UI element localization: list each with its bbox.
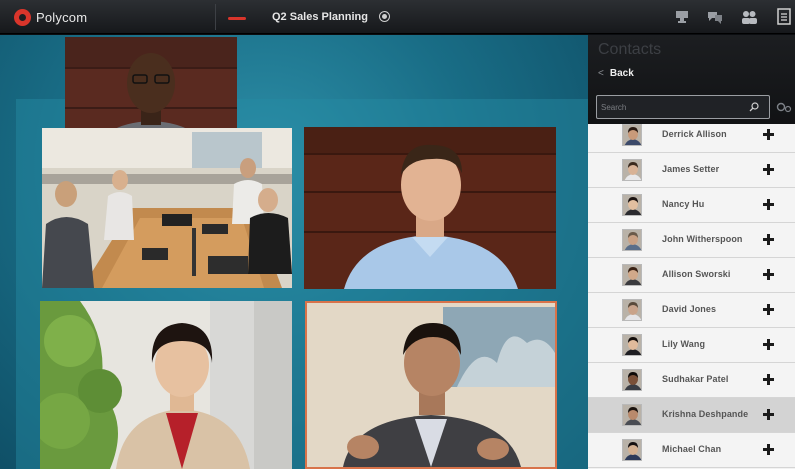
- chevron-left-icon: <: [598, 68, 604, 79]
- contact-row[interactable]: Derrick Allison: [588, 124, 795, 153]
- contacts-list: Derrick Allison James Setter Nancy Hu John …: [588, 124, 795, 469]
- add-contact-icon[interactable]: [763, 409, 774, 420]
- participant-video: [304, 127, 556, 289]
- contact-name: John Witherspoon: [662, 234, 743, 244]
- divider: [215, 4, 216, 30]
- contact-name: James Setter: [662, 164, 720, 174]
- video-tile-active-speaker[interactable]: [305, 301, 557, 469]
- contact-row[interactable]: Sudhakar Patel: [588, 363, 795, 398]
- add-contact-icon[interactable]: [763, 304, 774, 315]
- back-label: Back: [609, 68, 634, 79]
- top-bar: Polycom Q2 Sales Planning: [0, 0, 795, 34]
- back-button[interactable]: < Back: [598, 68, 634, 79]
- contact-name: Krishna Deshpande: [662, 409, 749, 419]
- contact-name: Nancy Hu: [662, 199, 705, 209]
- participant-video: [40, 301, 292, 469]
- add-contact-icon[interactable]: [763, 129, 774, 140]
- contacts-title: Contacts: [598, 41, 662, 58]
- contact-name: Lily Wang: [662, 339, 706, 349]
- contact-row[interactable]: Lily Wang: [588, 328, 795, 363]
- contacts-header: Contacts < Back: [588, 35, 795, 124]
- polycom-logo-icon: [14, 9, 31, 26]
- contact-name: David Jones: [662, 304, 717, 314]
- share-content-icon[interactable]: [673, 8, 691, 26]
- video-tile-participant-2[interactable]: [304, 127, 556, 289]
- contact-avatar: [622, 124, 642, 146]
- add-contact-icon[interactable]: [763, 339, 774, 350]
- contacts-icon[interactable]: [740, 8, 758, 26]
- brand-name: Polycom: [36, 10, 88, 25]
- end-call-icon[interactable]: [228, 17, 246, 20]
- search-options-icon[interactable]: [776, 101, 792, 113]
- search-icon[interactable]: [749, 102, 759, 112]
- contact-avatar: [622, 334, 642, 356]
- video-stage: [0, 35, 588, 469]
- conference-room-video: [42, 128, 292, 288]
- add-contact-icon[interactable]: [763, 164, 774, 175]
- contact-name: Allison Sworski: [662, 269, 731, 279]
- contact-name: Michael Chan: [662, 444, 722, 454]
- add-contact-icon[interactable]: [763, 444, 774, 455]
- contact-avatar: [622, 264, 642, 286]
- contact-row[interactable]: James Setter: [588, 153, 795, 188]
- polycom-logo: Polycom: [14, 9, 87, 26]
- contact-avatar: [622, 229, 642, 251]
- add-contact-icon[interactable]: [763, 234, 774, 245]
- search-input[interactable]: [601, 99, 741, 115]
- add-contact-icon[interactable]: [763, 374, 774, 385]
- search-box[interactable]: [596, 95, 770, 119]
- contact-row[interactable]: Michael Chan: [588, 433, 795, 468]
- call-title: Q2 Sales Planning: [272, 11, 368, 23]
- contact-avatar: [622, 404, 642, 426]
- contact-avatar: [622, 159, 642, 181]
- contact-avatar: [622, 439, 642, 461]
- contact-row[interactable]: Nancy Hu: [588, 188, 795, 223]
- contact-row[interactable]: Krishna Deshpande: [588, 398, 795, 433]
- contacts-panel: Contacts < Back Derrick Allison James Sett…: [588, 35, 795, 469]
- contact-avatar: [622, 194, 642, 216]
- video-tile-conference-room[interactable]: [42, 128, 292, 288]
- contact-row[interactable]: Allison Sworski: [588, 258, 795, 293]
- contact-name: Derrick Allison: [662, 129, 727, 139]
- contact-avatar: [622, 299, 642, 321]
- add-contact-icon[interactable]: [763, 199, 774, 210]
- video-tile-participant-3[interactable]: [40, 301, 292, 469]
- contact-name: Sudhakar Patel: [662, 374, 729, 384]
- add-contact-icon[interactable]: [763, 269, 774, 280]
- contact-avatar: [622, 369, 642, 391]
- more-icon[interactable]: [776, 8, 792, 26]
- participant-video: [307, 303, 555, 467]
- chat-icon[interactable]: [706, 8, 724, 26]
- record-icon[interactable]: [379, 11, 390, 22]
- contact-row[interactable]: David Jones: [588, 293, 795, 328]
- contact-row[interactable]: John Witherspoon: [588, 223, 795, 258]
